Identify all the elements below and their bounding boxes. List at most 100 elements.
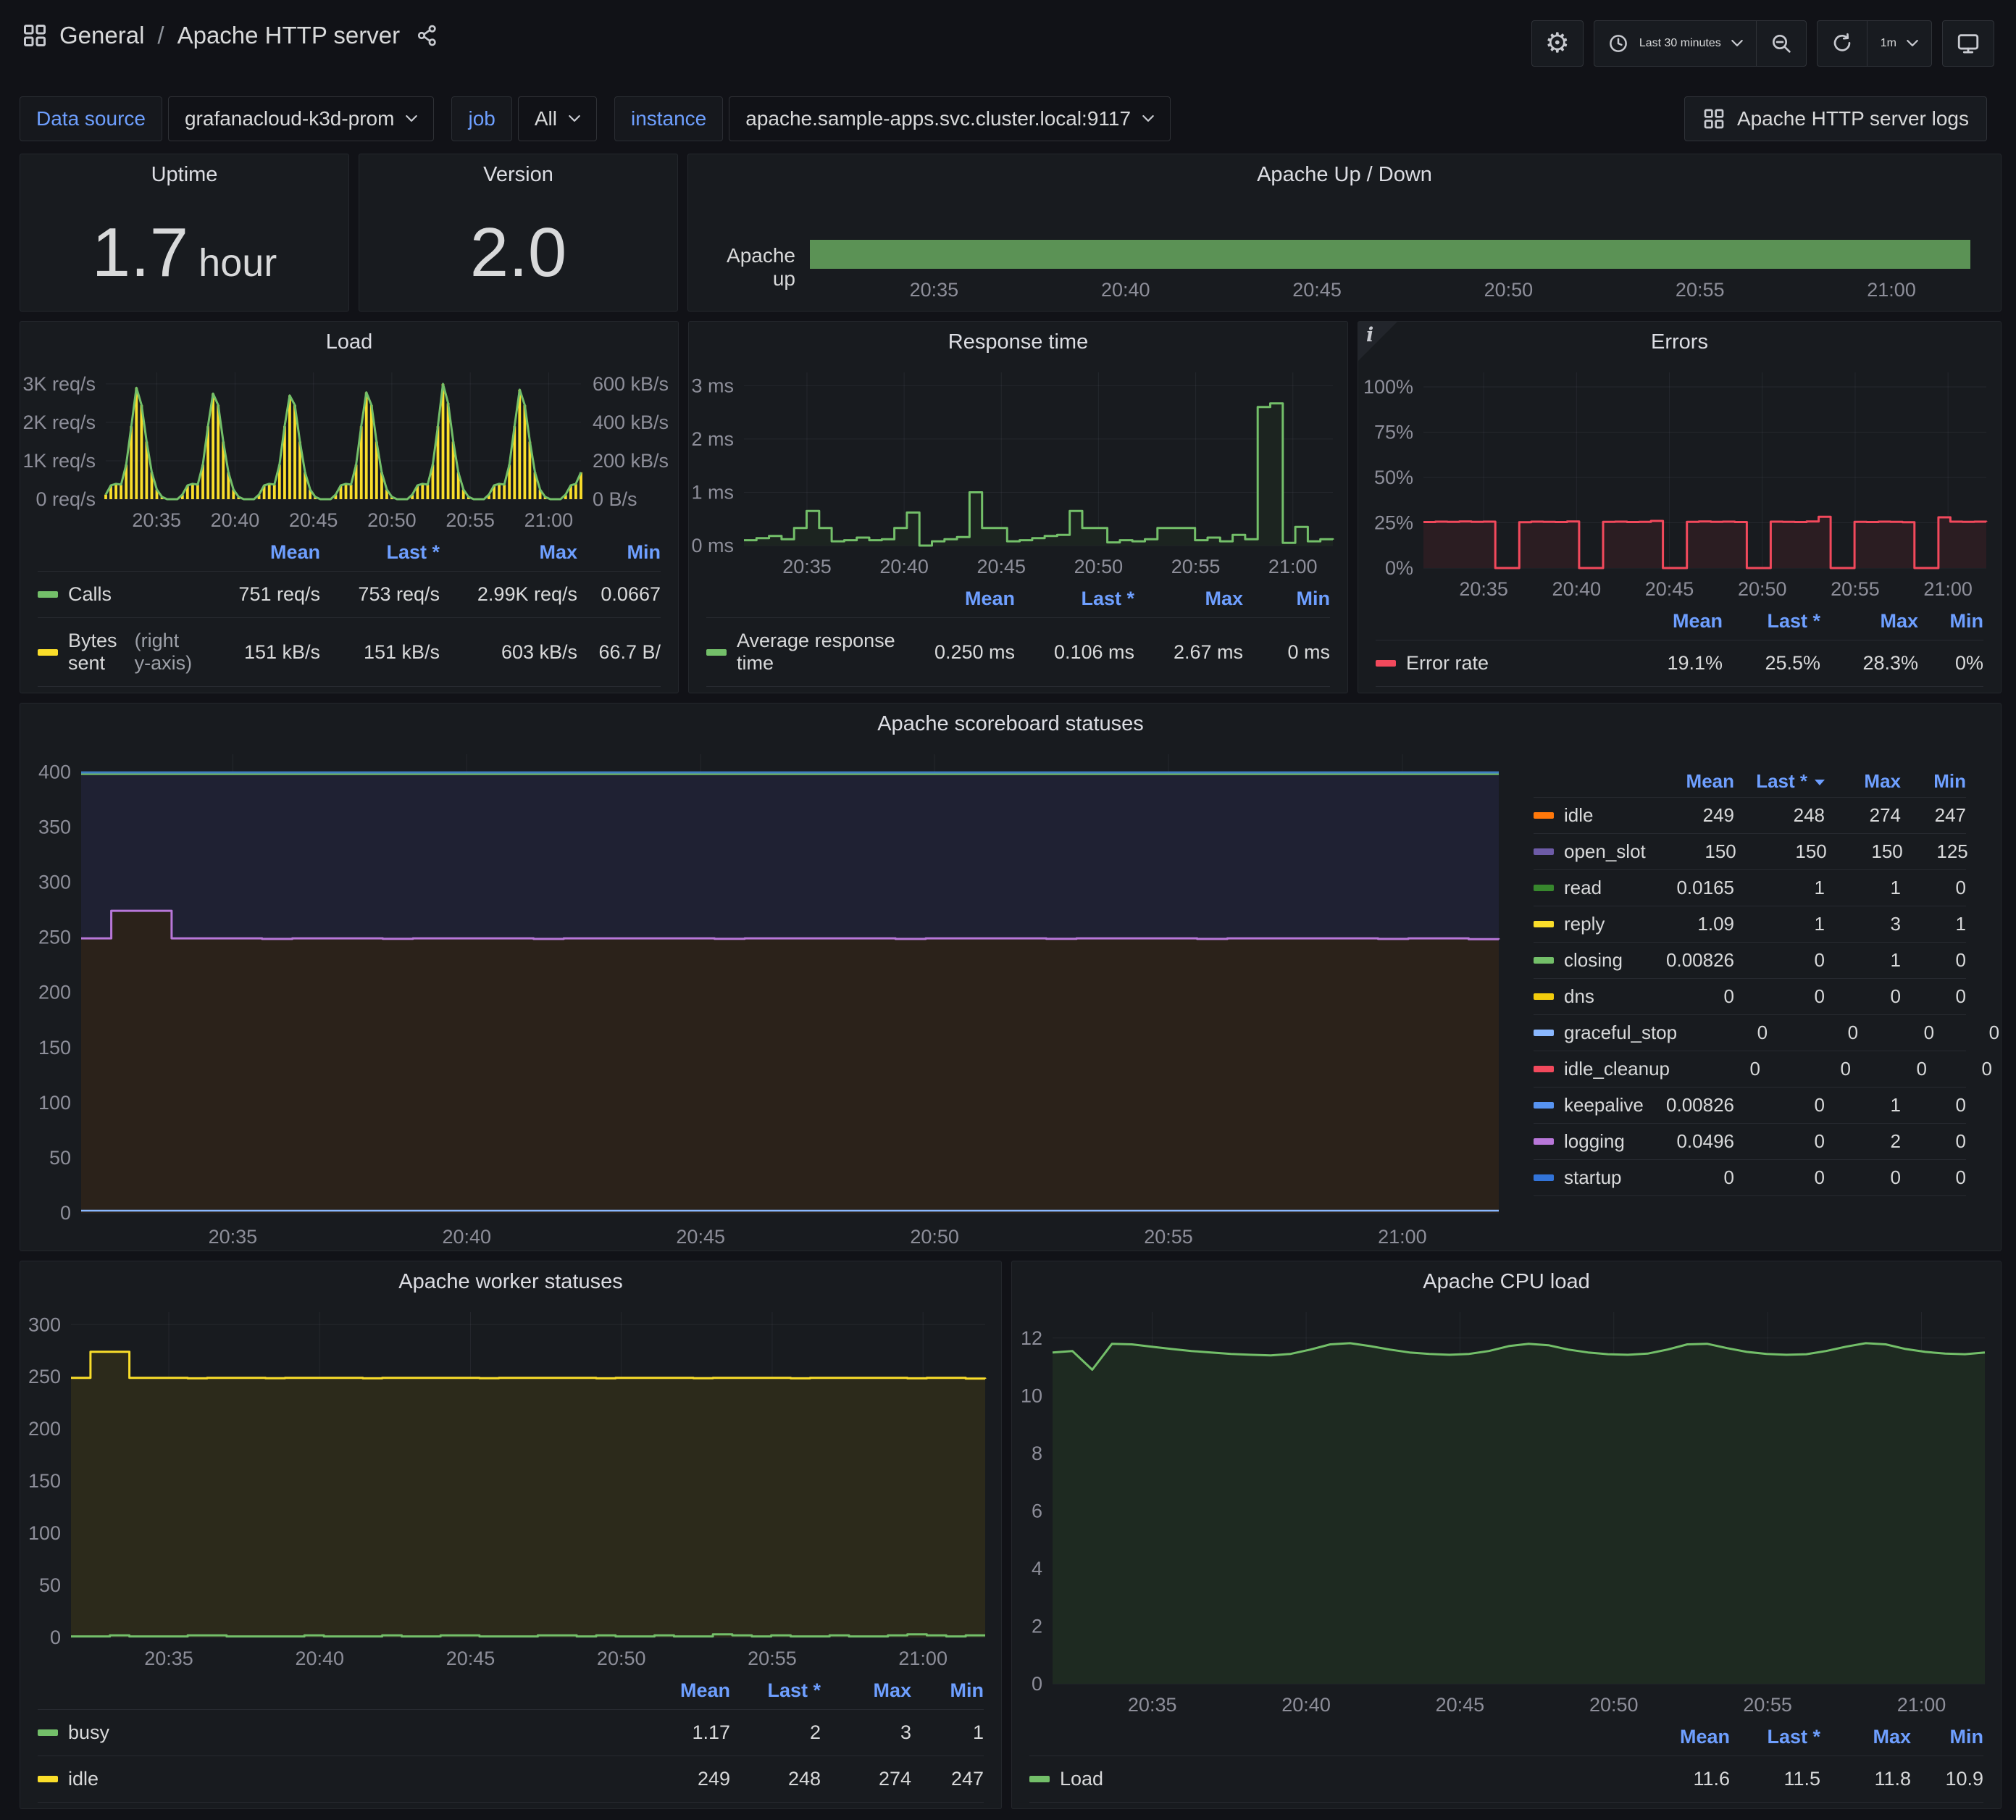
legend-column-header[interactable]: Last * xyxy=(320,541,440,564)
share-icon[interactable] xyxy=(416,24,439,47)
legend-value: 1 xyxy=(1825,1094,1901,1116)
panel-title[interactable]: Apache worker statuses xyxy=(20,1261,1001,1302)
legend-column-header[interactable]: Min xyxy=(911,1679,984,1702)
legend-row[interactable]: closing0.00826010 xyxy=(1534,942,1966,978)
load-chart[interactable]: 20:3520:4020:4520:5020:5521:000 req/s1K … xyxy=(20,362,678,534)
legend-row[interactable]: Calls751 req/s753 req/s2.99K req/s0.0667 xyxy=(38,571,661,617)
svg-text:20:40: 20:40 xyxy=(1552,578,1602,600)
legend-column-header[interactable]: Mean xyxy=(640,1679,730,1702)
panel-title[interactable]: Response time xyxy=(689,322,1347,362)
apache-logs-link-button[interactable]: Apache HTTP server logs xyxy=(1684,96,1987,141)
legend-row[interactable]: idle249248274247 xyxy=(38,1756,984,1803)
apache-up-status-bar[interactable] xyxy=(810,240,1970,269)
legend-column-header[interactable]: Min xyxy=(1911,1726,1983,1748)
legend-column-header[interactable]: Last * xyxy=(730,1679,821,1702)
series-color-chip xyxy=(38,1776,58,1782)
refresh-button[interactable] xyxy=(1818,21,1867,66)
job-variable-select[interactable]: All xyxy=(518,96,597,141)
time-range-picker[interactable]: Last 30 minutes xyxy=(1594,21,1756,66)
legend-row[interactable]: read0.0165110 xyxy=(1534,869,1966,906)
legend-row[interactable]: reply1.09131 xyxy=(1534,906,1966,942)
legend-value: 0 xyxy=(1825,985,1901,1008)
legend-column-header[interactable]: Mean xyxy=(1639,1726,1730,1748)
series-name: closing xyxy=(1564,949,1623,972)
breadcrumb-section[interactable]: General xyxy=(59,22,144,49)
legend-row[interactable]: open_slot150150150125 xyxy=(1534,833,1966,869)
legend-row[interactable]: idle249248274247 xyxy=(1534,797,1966,833)
legend-column-header[interactable]: Mean xyxy=(895,588,1015,610)
legend-row[interactable]: Error rate19.1%25.5%28.3%0% xyxy=(1376,640,1983,687)
panel-title[interactable]: Apache CPU load xyxy=(1012,1261,2001,1302)
panel-title[interactable]: Version xyxy=(359,154,677,195)
legend-row[interactable]: startup0000 xyxy=(1534,1159,1966,1196)
legend-row[interactable]: keepalive0.00826010 xyxy=(1534,1087,1966,1123)
svg-text:20:40: 20:40 xyxy=(879,556,929,577)
legend-row[interactable]: graceful_stop0000 xyxy=(1534,1014,1966,1051)
cpu-load-chart[interactable]: 20:3520:4020:4520:5020:5521:00024681012 xyxy=(1012,1302,2001,1719)
legend-value: 1.17 xyxy=(640,1721,730,1744)
legend-row[interactable]: logging0.0496020 xyxy=(1534,1123,1966,1159)
panel-title[interactable]: Load xyxy=(20,322,678,362)
svg-text:21:00: 21:00 xyxy=(1897,1694,1946,1716)
legend-row[interactable]: Average response time0.250 ms0.106 ms2.6… xyxy=(706,617,1330,687)
legend-column-header[interactable]: Last * xyxy=(1015,588,1134,610)
breadcrumb-separator: / xyxy=(156,22,165,49)
legend-column-header[interactable]: Max xyxy=(1820,610,1918,633)
legend-column-header[interactable]: Max xyxy=(1820,1726,1911,1748)
svg-text:20:40: 20:40 xyxy=(295,1648,344,1669)
time-tick-label: 21:00 xyxy=(1867,279,1916,301)
cpu-legend: MeanLast *MaxMin Load11.611.511.810.9 xyxy=(1012,1719,2001,1808)
instance-variable-select[interactable]: apache.sample-apps.svc.cluster.local:911… xyxy=(729,96,1171,141)
series-color-chip xyxy=(1534,993,1554,1000)
series-name: reply xyxy=(1564,913,1605,935)
svg-text:200: 200 xyxy=(38,982,71,1003)
legend-column-header[interactable]: Min xyxy=(1243,588,1330,610)
panel-title[interactable]: Uptime xyxy=(20,154,348,195)
legend-column-header[interactable]: Mean xyxy=(1625,610,1723,633)
panel-title[interactable]: Apache Up / Down xyxy=(688,154,2001,195)
legend-column-header[interactable]: Min xyxy=(1901,770,1966,793)
dashboards-grid-icon[interactable] xyxy=(22,22,48,49)
series-color-chip xyxy=(1534,957,1554,964)
legend-row[interactable]: Load11.611.511.810.9 xyxy=(1029,1756,1983,1803)
legend-column-header[interactable]: Min xyxy=(577,541,661,564)
svg-text:21:00: 21:00 xyxy=(1923,578,1973,600)
legend-value: 125 xyxy=(1903,840,1968,863)
series-color-chip xyxy=(38,591,58,598)
legend-column-header[interactable]: Last * xyxy=(1734,770,1825,793)
refresh-interval-picker[interactable]: 1m xyxy=(1867,21,1931,66)
svg-text:0: 0 xyxy=(1032,1673,1042,1695)
legend-row[interactable]: dns0000 xyxy=(1534,978,1966,1014)
legend-value: 0.0165 xyxy=(1644,877,1734,899)
legend-column-header[interactable]: Max xyxy=(440,541,577,564)
panel-title[interactable]: Apache scoreboard statuses xyxy=(20,704,2001,744)
legend-column-header[interactable]: Mean xyxy=(1644,770,1734,793)
legend-column-header[interactable]: Max xyxy=(821,1679,911,1702)
panel-title[interactable]: Errors xyxy=(1358,322,2001,362)
worker-statuses-chart[interactable]: 20:3520:4020:4520:5020:5521:000501001502… xyxy=(20,1302,1001,1672)
response-time-chart[interactable]: 20:3520:4020:4520:5020:5521:000 ms1 ms2 … xyxy=(689,362,1347,580)
legend-column-header[interactable]: Last * xyxy=(1723,610,1820,633)
zoom-out-button[interactable] xyxy=(1756,21,1806,66)
legend-value: 28.3% xyxy=(1820,652,1918,675)
version-stat: 2.0 xyxy=(470,213,566,293)
time-tick-label: 20:45 xyxy=(1292,279,1342,301)
svg-text:20:45: 20:45 xyxy=(976,556,1026,577)
legend-row[interactable]: Bytes sent(right y-axis)151 kB/s151 kB/s… xyxy=(38,617,661,687)
legend-column-header[interactable]: Max xyxy=(1825,770,1901,793)
legend-row[interactable]: busy1.17231 xyxy=(38,1709,984,1756)
legend-header: MeanLast *MaxMin xyxy=(38,534,661,571)
panel-info-corner[interactable] xyxy=(1358,322,1397,361)
legend-column-header[interactable]: Mean xyxy=(201,541,320,564)
errors-chart[interactable]: 20:3520:4020:4520:5020:5521:000%25%50%75… xyxy=(1358,362,2001,603)
legend-column-header[interactable]: Min xyxy=(1918,610,1983,633)
legend-column-header[interactable]: Max xyxy=(1134,588,1243,610)
scoreboard-chart[interactable]: 20:3520:4020:4520:5020:5521:000501001502… xyxy=(20,744,1516,1251)
series-name: read xyxy=(1564,877,1602,899)
datasource-variable-select[interactable]: grafanacloud-k3d-prom xyxy=(168,96,435,141)
legend-row[interactable]: idle_cleanup0000 xyxy=(1534,1051,1966,1087)
legend-value: 274 xyxy=(821,1768,911,1790)
legend-column-header[interactable]: Last * xyxy=(1730,1726,1820,1748)
dashboard-settings-button[interactable]: ⚙ xyxy=(1531,20,1584,67)
kiosk-mode-button[interactable] xyxy=(1942,20,1994,67)
